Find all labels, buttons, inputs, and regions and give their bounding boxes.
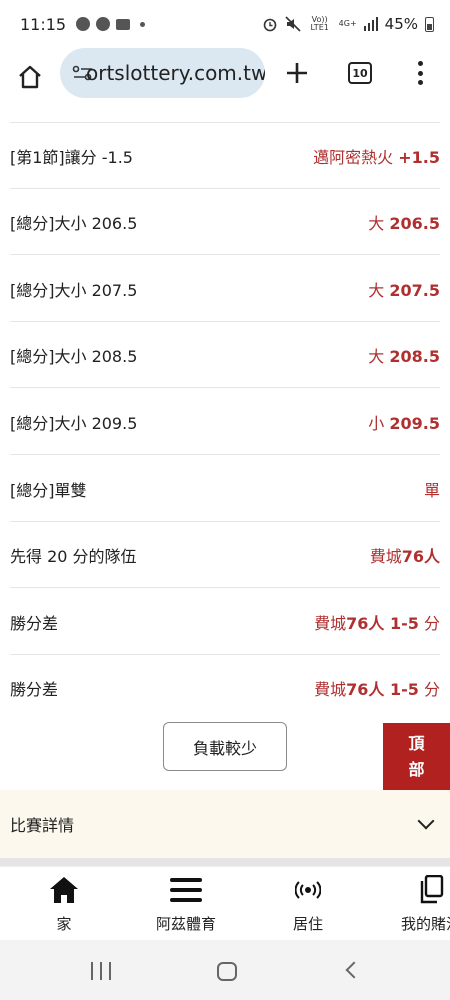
bet-market-label: [總分]大小 206.5 — [10, 213, 138, 233]
bet-row[interactable]: 勝分差 費城76人 1-5 分 — [10, 589, 440, 655]
status-bar: 11:15 Vo)) LTE1 4G+ 45% — [0, 0, 450, 48]
bet-pick-value: 76人 — [401, 546, 440, 566]
nav-item-home[interactable]: 家 — [39, 873, 89, 939]
bet-pick-suffix: 分 — [423, 613, 440, 633]
battery-icon — [425, 16, 434, 32]
bet-row[interactable]: [總分]大小 208.5 大 208.5 — [10, 322, 440, 388]
volte-indicator: Vo)) LTE1 — [310, 15, 329, 32]
bet-pick[interactable]: 小 209.5 — [368, 410, 440, 434]
new-tab-button[interactable] — [280, 56, 314, 90]
bet-pick-value: 76人 1-5 — [346, 613, 419, 633]
bottom-nav: 家 阿茲體育 居住 我的賭注 — [0, 866, 450, 940]
bet-pick-value: 208.5 — [389, 346, 440, 366]
more-options-menu-icon[interactable] — [410, 58, 430, 88]
bet-pick-suffix: 分 — [423, 680, 440, 699]
alarm-icon — [263, 18, 276, 32]
bet-market-label: 勝分差 — [10, 613, 59, 633]
nav-item-my-bets[interactable]: 我的賭注 — [396, 873, 450, 939]
system-back-button[interactable] — [345, 961, 363, 979]
home-button[interactable] — [0, 48, 60, 106]
bet-pick-text: 費城 — [314, 613, 347, 633]
bet-pick-value: +1.5 — [398, 147, 440, 167]
recent-apps-button[interactable] — [91, 962, 111, 980]
bet-market-label: [總分]大小 209.5 — [10, 413, 138, 433]
browser-toolbar: ortslottery.com.tw 10 — [0, 48, 450, 106]
status-time: 11:15 — [20, 14, 67, 34]
back-to-top-button[interactable]: 頂 部 — [383, 723, 450, 790]
bet-market-label: 先得 20 分的隊伍 — [10, 546, 137, 566]
bet-row[interactable]: [總分]大小 209.5 小 209.5 — [10, 389, 440, 455]
system-home-button[interactable] — [217, 962, 237, 981]
bet-pick-text: 小 — [368, 413, 385, 433]
bet-pick-text: 邁阿密熱火 — [313, 147, 394, 167]
bet-pick[interactable]: 邁阿密熱火 +1.5 — [313, 144, 440, 168]
bet-pick[interactable]: 單 — [424, 477, 440, 501]
bet-pick-text: 費城 — [314, 680, 347, 699]
match-details-accordion[interactable]: 比賽詳情 — [0, 790, 450, 858]
back-to-top-label-line1: 頂 — [408, 733, 425, 753]
nav-item-live[interactable]: 居住 — [288, 873, 328, 939]
bet-pick-text: 大 — [368, 280, 385, 300]
section-divider — [0, 858, 450, 866]
back-to-top-label-line2: 部 — [408, 759, 425, 779]
nav-label: 家 — [56, 915, 72, 933]
system-navigation-bar — [0, 940, 450, 1000]
mail-icon — [116, 18, 131, 30]
bet-row[interactable]: 勝分差 費城76人 1-5 分 — [10, 655, 440, 721]
bet-pick-text: 大 — [368, 213, 385, 233]
bet-market-label: [第1節]讓分 -1.5 — [10, 147, 133, 167]
nav-label: 居住 — [292, 915, 323, 933]
bet-pick-text: 費城 — [369, 546, 402, 566]
bet-row[interactable]: 先得 20 分的隊伍 費城76人 — [10, 522, 440, 588]
hamburger-menu-icon — [170, 878, 202, 902]
bet-pick[interactable]: 費城76人 1-5 分 — [314, 676, 440, 700]
load-less-button[interactable]: 負載較少 — [163, 722, 287, 771]
bet-pick[interactable]: 大 206.5 — [368, 210, 440, 234]
nav-label: 阿茲體育 — [155, 915, 216, 933]
live-broadcast-icon — [295, 881, 321, 899]
mute-icon — [285, 16, 301, 32]
bet-market-label: [總分]單雙 — [10, 480, 87, 500]
bet-row[interactable]: [總分]大小 207.5 大 207.5 — [10, 256, 440, 322]
match-details-title: 比賽詳情 — [10, 816, 75, 835]
signal-icon — [363, 17, 378, 31]
url-text: ortslottery.com.tw — [86, 61, 265, 85]
bet-pick-text: 大 — [368, 346, 385, 366]
bet-row[interactable]: [總分]大小 206.5 大 206.5 — [10, 189, 440, 255]
plus-icon — [287, 63, 307, 83]
bet-pick[interactable]: 大 208.5 — [368, 343, 440, 367]
bet-row[interactable]: [第1節]讓分 -1.5 邁阿密熱火 +1.5 — [10, 123, 440, 189]
bet-market-label: 勝分差 — [10, 680, 59, 699]
nav-item-sports[interactable]: 阿茲體育 — [146, 873, 226, 939]
bet-pick[interactable]: 費城76人 1-5 分 — [314, 610, 440, 634]
chevron-down-icon[interactable] — [417, 812, 435, 830]
my-bets-icon — [420, 875, 444, 904]
bet-pick[interactable]: 大 207.5 — [368, 277, 440, 301]
bet-market-label: [總分]大小 207.5 — [10, 280, 138, 300]
bet-markets-list: [第1節]讓分 -1.5 邁阿密熱火 +1.5 [總分]大小 206.5 大 2… — [0, 106, 450, 780]
home-icon — [50, 877, 78, 903]
bet-pick[interactable]: 費城76人 — [370, 543, 440, 567]
battery-percent: 45% — [384, 15, 418, 33]
tab-switcher-button[interactable]: 10 — [348, 62, 372, 84]
network-4g-indicator: 4G+ — [338, 19, 357, 28]
chrome-notification-icon — [96, 17, 111, 31]
home-icon — [19, 65, 41, 89]
bet-pick-value: 76人 1-5 — [346, 680, 419, 699]
bet-pick-text: 單 — [423, 480, 440, 500]
more-notifications-dot-icon — [140, 21, 146, 27]
bet-pick-value: 209.5 — [389, 413, 440, 433]
bet-pick-value: 206.5 — [389, 213, 440, 233]
nav-label: 我的賭注 — [400, 915, 450, 933]
bet-market-label: [總分]大小 208.5 — [10, 346, 138, 366]
bet-pick-value: 207.5 — [389, 280, 440, 300]
bet-row[interactable]: [總分]單雙 單 — [10, 456, 440, 522]
address-bar[interactable]: ortslottery.com.tw — [60, 48, 265, 98]
chrome-notification-icon — [76, 17, 91, 31]
